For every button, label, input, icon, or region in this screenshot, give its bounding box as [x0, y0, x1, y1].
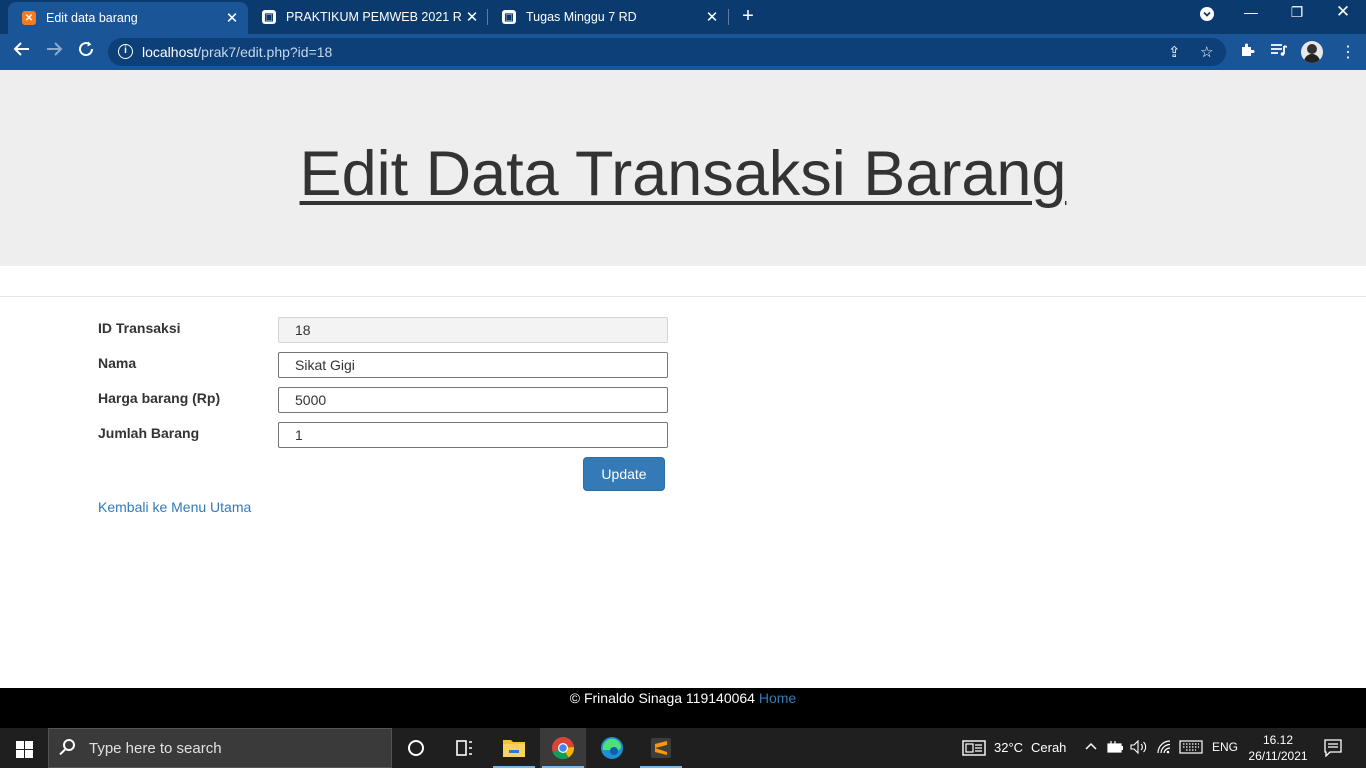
task-view-icon[interactable] [441, 728, 487, 768]
id-transaksi-label: ID Transaksi [98, 320, 181, 336]
windows-start-icon[interactable] [0, 728, 48, 768]
page-footer: © Frinaldo Sinaga 119140064 Home [0, 688, 1366, 728]
notifications-icon[interactable] [1324, 739, 1342, 760]
back-arrow-icon[interactable] [10, 40, 34, 64]
nama-input[interactable]: Sikat Gigi [278, 352, 668, 378]
weather-temp[interactable]: 32°C [994, 740, 1023, 755]
jumlah-input[interactable]: 1 [278, 422, 668, 448]
extensions-icon[interactable] [1239, 42, 1255, 62]
cortana-icon[interactable] [394, 728, 440, 768]
tab-praktikum-pemweb[interactable]: ▣ PRAKTIKUM PEMWEB 2021 RA, R ✕ [248, 0, 488, 34]
back-to-menu-link[interactable]: Kembali ke Menu Utama [98, 499, 251, 515]
file-explorer-icon[interactable] [491, 728, 537, 768]
close-icon[interactable]: ✕ [702, 8, 722, 26]
tab-edit-data-barang[interactable]: ✕ Edit data barang ✕ [8, 2, 248, 34]
chevron-up-icon[interactable] [1084, 740, 1098, 757]
forward-arrow-icon[interactable] [42, 40, 66, 64]
xampp-icon: ✕ [22, 11, 36, 25]
clock-date: 26/11/2021 [1248, 749, 1308, 763]
battery-icon[interactable] [1106, 740, 1124, 757]
bookmark-star-icon[interactable]: ☆ [1200, 43, 1213, 61]
language-indicator[interactable]: ENG [1212, 740, 1238, 754]
footer-home-link[interactable]: Home [759, 690, 796, 706]
close-icon[interactable]: ✕ [222, 9, 242, 27]
menu-kebab-icon[interactable]: ⋮ [1340, 42, 1356, 62]
restore-icon[interactable]: ❐ [1282, 4, 1312, 21]
tab-search-icon[interactable] [1192, 6, 1222, 25]
tab-title: PRAKTIKUM PEMWEB 2021 RA, R [286, 10, 462, 24]
sublime-text-icon[interactable] [638, 728, 684, 768]
weather-desc[interactable]: Cerah [1031, 740, 1066, 755]
system-clock[interactable]: 16.12 26/11/2021 [1248, 732, 1308, 764]
browser-toolbar: i localhost/prak7/edit.php?id=18 ⇪ ☆ ⋮ [0, 34, 1366, 70]
taskbar-search-box[interactable]: Type here to search [48, 728, 392, 768]
harga-input[interactable]: 5000 [278, 387, 668, 413]
classroom-icon: ▣ [502, 10, 516, 24]
profile-avatar[interactable] [1301, 41, 1323, 63]
wifi-icon[interactable] [1156, 740, 1172, 757]
page-header: Edit Data Transaksi Barang [0, 70, 1366, 266]
reload-icon[interactable] [74, 40, 98, 64]
site-info-icon[interactable]: i [118, 44, 133, 59]
search-icon [63, 739, 75, 751]
keyboard-icon[interactable] [1179, 740, 1203, 757]
media-queue-icon[interactable] [1270, 42, 1288, 62]
edge-icon[interactable] [589, 728, 635, 768]
tab-title: Edit data barang [46, 11, 138, 25]
close-icon[interactable]: ✕ [462, 8, 482, 26]
new-tab-button[interactable]: + [738, 6, 758, 26]
harga-label: Harga barang (Rp) [98, 390, 221, 406]
url-text[interactable]: localhost/prak7/edit.php?id=18 [142, 44, 332, 60]
minimize-icon[interactable]: — [1236, 4, 1266, 20]
tab-title: Tugas Minggu 7 RD [526, 10, 637, 24]
volume-icon[interactable] [1130, 739, 1148, 757]
chrome-icon[interactable] [540, 728, 586, 768]
clock-time: 16.12 [1262, 733, 1294, 747]
update-button[interactable]: Update [583, 457, 665, 491]
tab-separator [728, 9, 729, 25]
window-close-icon[interactable]: ✕ [1328, 2, 1358, 22]
share-icon[interactable]: ⇪ [1168, 43, 1181, 61]
classroom-icon: ▣ [262, 10, 276, 24]
windows-taskbar: Type here to search 32°C Cerah ENG 16.12… [0, 728, 1366, 768]
footer-text: © Frinaldo Sinaga 119140064 Home [569, 690, 797, 706]
browser-tabbar: ✕ Edit data barang ✕ ▣ PRAKTIKUM PEMWEB … [0, 0, 1366, 34]
divider [0, 296, 1366, 297]
tab-tugas-minggu-7[interactable]: ▣ Tugas Minggu 7 RD ✕ [488, 0, 728, 34]
page-title: Edit Data Transaksi Barang [299, 139, 1067, 209]
nama-label: Nama [98, 355, 137, 371]
search-placeholder: Type here to search [89, 740, 222, 757]
weather-icon[interactable] [962, 739, 986, 760]
address-bar[interactable]: i localhost/prak7/edit.php?id=18 ⇪ ☆ [108, 38, 1226, 66]
id-transaksi-field: 18 [278, 317, 668, 343]
jumlah-label: Jumlah Barang [98, 425, 200, 441]
